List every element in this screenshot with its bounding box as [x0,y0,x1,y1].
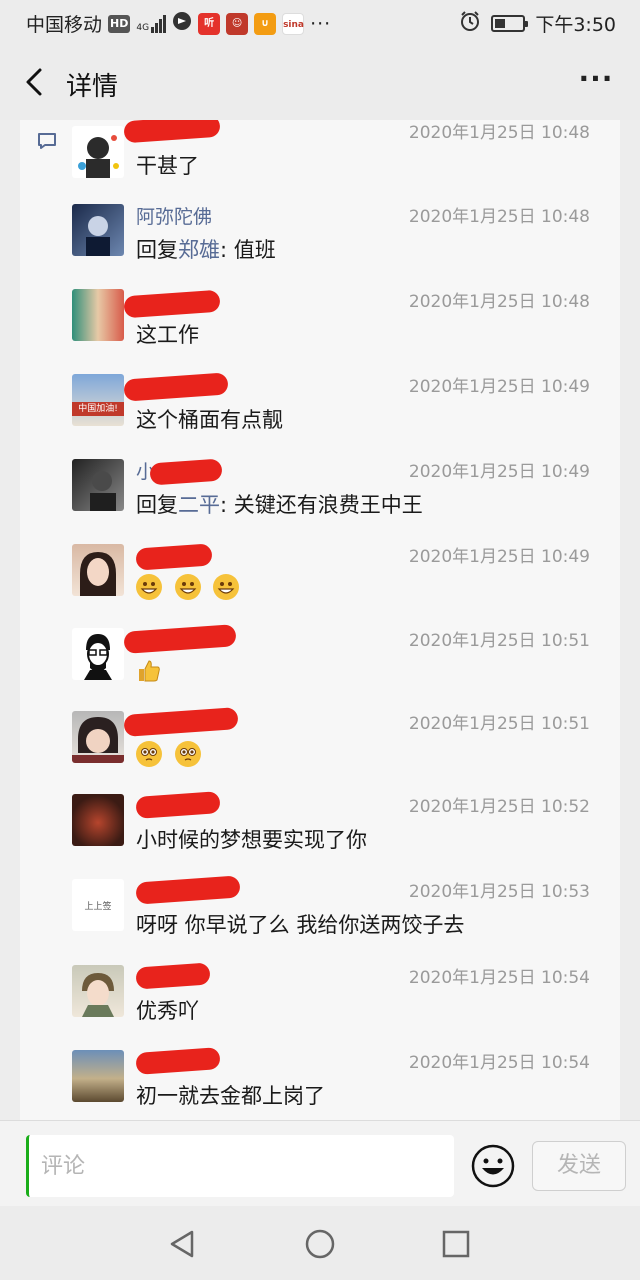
avatar[interactable] [72,126,124,178]
comment-text: 这工作 [136,323,199,347]
comment-time: 2020年1月25日 10:48 [408,207,590,227]
comment-time: 2020年1月25日 10:52 [408,797,590,817]
nav-recents-button[interactable] [436,1224,476,1264]
page-title: 详情 [66,72,119,102]
avatar[interactable] [72,1050,124,1102]
redaction-mark [123,289,221,319]
comment-time: 2020年1月25日 10:48 [408,292,590,312]
redaction-mark [123,624,237,654]
thumbs-up-emoji-icon [136,658,162,684]
pleading-emoji-icon [136,741,162,767]
alarm-icon [459,10,481,37]
comment-time: 2020年1月25日 10:51 [408,631,590,651]
chevron-left-icon [26,68,42,96]
comment-time: 2020年1月25日 10:49 [408,462,590,482]
comment-time: 2020年1月25日 10:49 [408,547,590,567]
carrier-name: 中国移动 [26,14,103,36]
nav-back-button[interactable] [162,1224,202,1264]
more-icon: ··· [578,62,614,95]
system-nav-bar [0,1206,640,1280]
avatar[interactable] [72,965,124,1017]
avatar[interactable]: 上上签 [72,879,124,931]
reply-prefix: 回复 [136,493,178,517]
grin-emoji-icon [213,574,240,600]
comment-text: 回复二平: 关键还有浪费王中王 [136,489,423,519]
comment-time: 2020年1月25日 10:48 [408,123,590,143]
comment-emoji-row [136,741,207,767]
redaction-mark [123,707,239,737]
reply-body: : 值班 [220,238,276,262]
square-recents-icon [442,1230,470,1258]
status-left: 中国移动 HD 4G 听 ☺ ∪ sina ··· [26,10,331,37]
reply-prefix: 回复 [136,238,178,262]
emoji-button[interactable] [470,1143,516,1189]
comment-emoji-row [136,658,168,684]
clock-time: 下午3:50 [535,14,616,36]
redaction-mark [135,875,241,905]
status-bar: 中国移动 HD 4G 听 ☺ ∪ sina ··· 下午3:50 [0,0,640,44]
grin-emoji-icon [174,574,201,600]
reply-mention[interactable]: 二平 [178,493,220,517]
avatar-caption: 上上签 [84,902,112,912]
reply-body: : 关键还有浪费王中王 [220,493,423,517]
triangle-back-icon [170,1230,194,1258]
nav-home-button[interactable] [300,1224,340,1264]
avatar[interactable] [72,204,124,256]
redaction-mark [135,962,211,990]
grin-emoji-icon [136,574,162,600]
network-type: 4G [136,22,150,33]
pleading-emoji-icon [174,741,201,767]
redaction-mark [123,120,221,144]
nav-bar: 详情 ··· [0,44,640,120]
comment-text: 初一就去金都上岗了 [136,1084,325,1108]
redaction-mark [135,791,221,819]
app-icon: sina [282,12,305,35]
comment-input[interactable] [26,1135,454,1197]
comment-time: 2020年1月25日 10:54 [408,1053,590,1073]
avatar[interactable] [72,544,124,596]
avatar[interactable] [72,628,124,680]
commenter-name[interactable]: 阿弥陀佛 [136,202,212,229]
back-button[interactable] [16,62,56,102]
comment-input-bar: 发送 [0,1120,640,1206]
avatar-caption: 中国加油! [72,402,124,416]
app-icon: ∪ [254,12,277,35]
comment-text: 优秀吖 [136,999,199,1023]
battery-icon [491,15,529,32]
comment-icon [38,133,56,149]
comment-text: 小时候的梦想要实现了你 [136,828,367,852]
avatar[interactable] [72,289,124,341]
comment-time: 2020年1月25日 10:54 [408,968,590,988]
location-icon [172,11,192,36]
comment-time: 2020年1月25日 10:51 [408,714,590,734]
redaction-mark [135,1047,221,1075]
app-icon: ☺ [226,12,249,35]
signal-icon: 4G [136,14,167,33]
comment-list: 郑 2020年1月25日 10:48 干甚了 阿弥陀佛 2020年1月25日 1… [20,120,620,1120]
avatar[interactable] [72,711,124,763]
more-icon: ··· [310,12,332,35]
comment-time: 2020年1月25日 10:53 [408,882,590,902]
comment-text: 干甚了 [136,154,199,178]
reply-mention[interactable]: 郑雄 [178,238,220,262]
comment-emoji-row [136,574,245,600]
avatar[interactable] [72,794,124,846]
redaction-mark [149,458,223,486]
circle-home-icon [305,1229,335,1259]
send-button[interactable]: 发送 [532,1141,626,1191]
status-right: 下午3:50 [459,10,616,37]
smiley-icon [471,1144,515,1188]
comment-text: 这个桶面有点靓 [136,408,283,432]
comment-text: 呀呀 你早说了么 我给你送两饺子去 [136,913,465,937]
redaction-mark [135,543,213,571]
avatar[interactable] [72,459,124,511]
avatar[interactable]: 中国加油! [72,374,124,426]
comment-text: 回复郑雄: 值班 [136,234,276,264]
hd-badge: HD [108,14,131,33]
comment-time: 2020年1月25日 10:49 [408,377,590,397]
redaction-mark [123,372,229,402]
app-icon: 听 [198,12,221,35]
more-button[interactable]: ··· [578,65,614,98]
